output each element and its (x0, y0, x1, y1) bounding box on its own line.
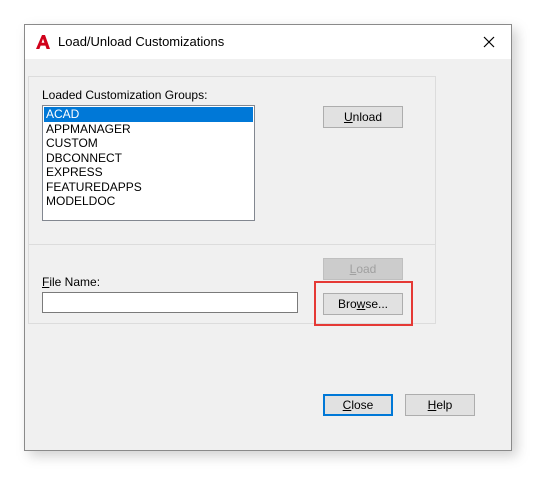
browse-label-before: Bro (337, 297, 357, 311)
load-button[interactable]: Load (323, 258, 403, 280)
close-window-button[interactable] (467, 25, 511, 59)
autocad-logo-icon (36, 35, 50, 49)
close-icon (483, 36, 495, 48)
browse-label-after: se... (365, 297, 389, 311)
list-item[interactable]: MODELDOC (44, 194, 253, 209)
list-item[interactable]: ACAD (44, 107, 253, 122)
file-name-label-text: ile Name: (49, 275, 101, 289)
close-mnemonic: C (342, 398, 352, 412)
list-item[interactable]: APPMANAGER (44, 122, 253, 137)
file-name-label: File Name: (42, 275, 100, 289)
load-mnemonic: L (349, 262, 357, 276)
unload-label: nload (352, 110, 383, 124)
help-mnemonic: H (427, 398, 437, 412)
loaded-groups-label: Loaded Customization Groups: (42, 88, 208, 102)
unload-button[interactable]: Unload (323, 106, 403, 128)
list-item[interactable]: DBCONNECT (44, 151, 253, 166)
help-label: elp (436, 398, 453, 412)
unload-mnemonic: U (343, 110, 353, 124)
close-label: lose (351, 398, 374, 412)
title-bar: Load/Unload Customizations (25, 25, 511, 59)
help-button[interactable]: Help (405, 394, 475, 416)
list-item[interactable]: EXPRESS (44, 165, 253, 180)
browse-button[interactable]: Bro w se... (323, 293, 403, 315)
section-divider (29, 244, 435, 245)
customization-groups-listbox[interactable]: ACAD APPMANAGER CUSTOM DBCONNECT EXPRESS FEAT… (42, 105, 255, 221)
file-name-input[interactable] (42, 292, 298, 313)
list-item[interactable]: CUSTOM (44, 136, 253, 151)
list-item[interactable]: FEATUREDAPPS (44, 180, 253, 195)
window-title: Load/Unload Customizations (58, 34, 225, 49)
close-button[interactable]: Close (323, 394, 393, 416)
load-label: oad (356, 262, 377, 276)
browse-mnemonic: w (356, 297, 366, 311)
